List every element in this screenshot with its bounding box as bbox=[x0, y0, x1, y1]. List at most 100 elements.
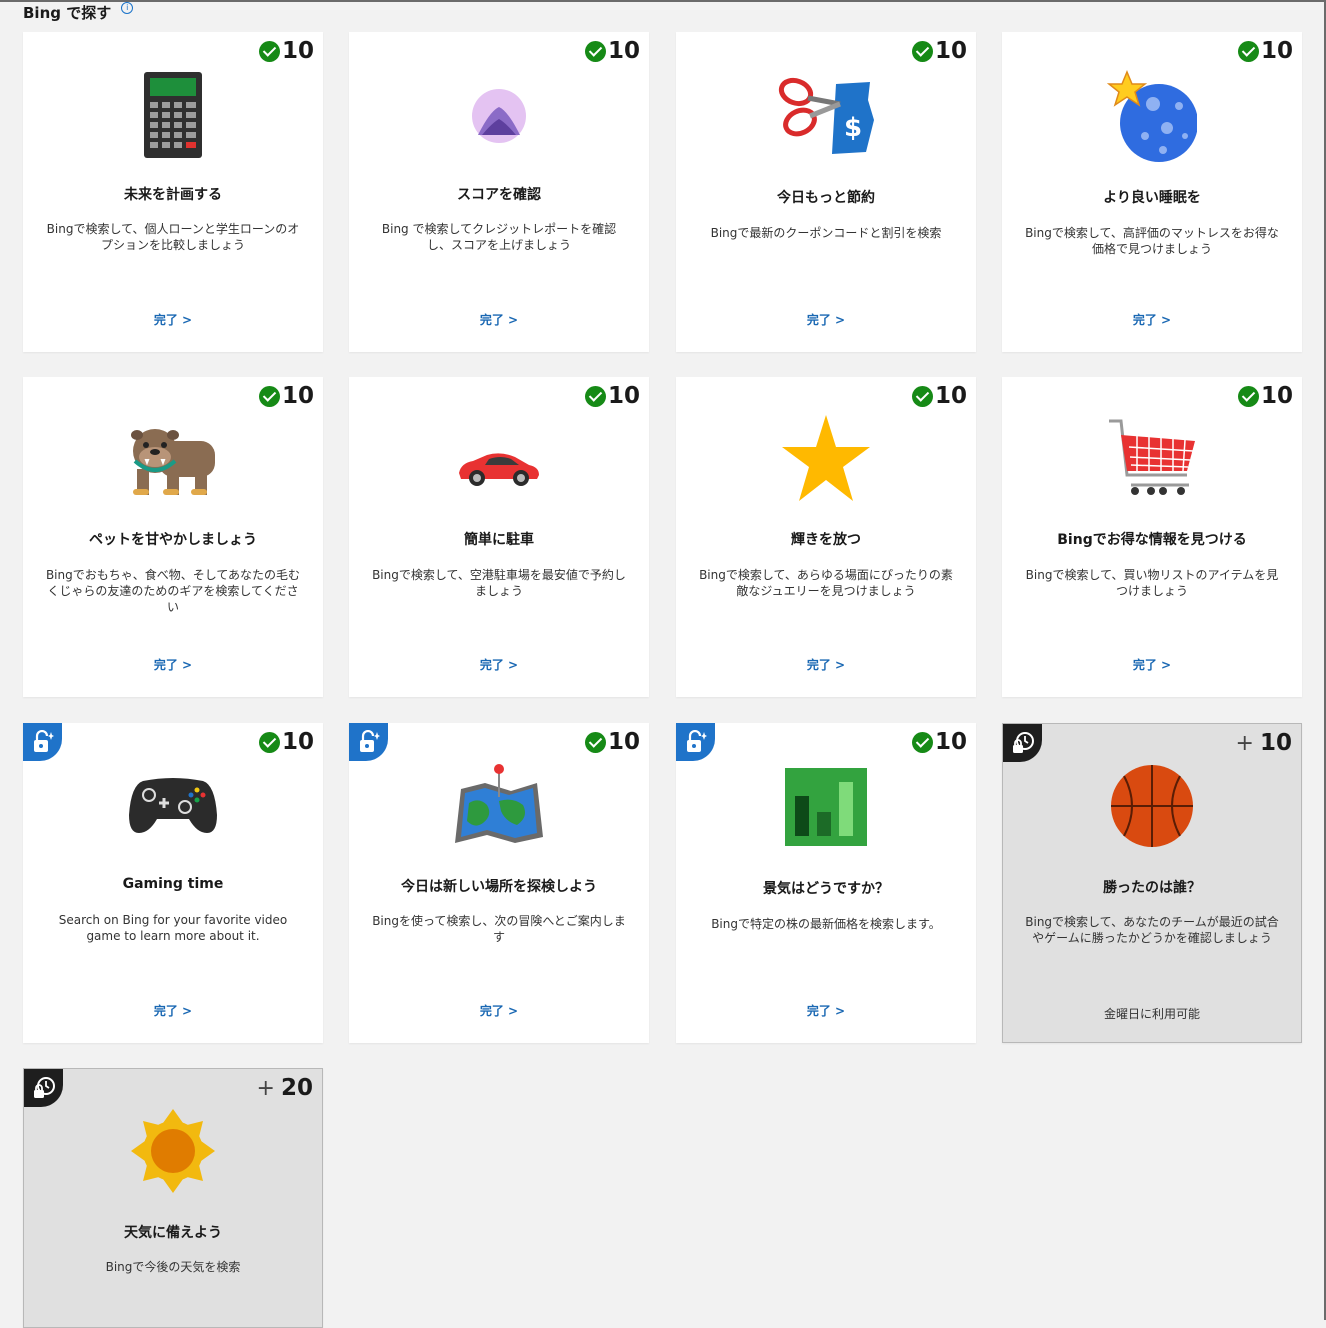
card-description: Bingで検索して、空港駐車場を最安値で予約しましょう bbox=[372, 568, 626, 598]
card-description: Bingで検索して、高評価のマットレスをお得な価格で見つけましょう bbox=[1025, 226, 1279, 256]
card-description: Bingを使って検索し、次の冒険へとご案内します bbox=[372, 914, 626, 944]
complete-link[interactable]: 完了 > bbox=[676, 656, 976, 673]
check-icon bbox=[584, 731, 606, 753]
card-description: Bingで最新のクーポンコードと割引を検索 bbox=[710, 226, 942, 240]
complete-link[interactable]: 完了 > bbox=[1002, 656, 1302, 673]
complete-link[interactable]: 完了 > bbox=[23, 1002, 323, 1019]
points-badge: 10 bbox=[258, 729, 314, 755]
svg-text:$: $ bbox=[844, 113, 862, 143]
unlock-badge bbox=[23, 723, 62, 761]
points-badge: 10 bbox=[584, 383, 640, 409]
unlock-icon bbox=[359, 730, 380, 752]
card-description: Bingで検索して、あなたのチームが最近の試合やゲームに勝ったかどうかを確認しま… bbox=[1025, 915, 1279, 945]
complete-link[interactable]: 完了 > bbox=[349, 1002, 649, 1019]
card-who-won[interactable]: +10 勝ったのは誰？ Bingで検索して、あなたのチームが最近の試合やゲームに… bbox=[1002, 723, 1302, 1043]
basketball-icon bbox=[1111, 765, 1193, 847]
check-icon bbox=[1237, 385, 1259, 407]
game-controller-icon bbox=[129, 778, 217, 833]
points-badge: 10 bbox=[258, 383, 314, 409]
card-title: ペットを甘やかしましょう bbox=[89, 532, 257, 548]
availability-text: 金曜日に利用可能 bbox=[1103, 1007, 1200, 1021]
card-title: 今日もっと節約 bbox=[777, 190, 875, 206]
scissors-coupon-icon: $ bbox=[778, 77, 874, 154]
complete-link[interactable]: 完了 > bbox=[349, 656, 649, 673]
card-shine[interactable]: 10 輝きを放つ Bingで検索して、あらゆる場面にぴったりの素敵なジュエリーを… bbox=[676, 377, 976, 697]
card-description: Bingで検索して、買い物リストのアイテムを見つけましょう bbox=[1025, 568, 1279, 598]
check-icon bbox=[584, 385, 606, 407]
points-badge: 10 bbox=[258, 38, 314, 64]
points-badge: 10 bbox=[911, 383, 967, 409]
check-icon bbox=[584, 40, 606, 62]
locked-timer-badge bbox=[24, 1069, 63, 1107]
card-title: Bingでお得な情報を見つける bbox=[1057, 532, 1247, 548]
lock-clock-icon bbox=[1012, 732, 1034, 753]
unlock-icon bbox=[33, 730, 54, 752]
card-economy[interactable]: 10 景気はどうですか？ Bingで特定の株の最新価格を検索します。 完了 > bbox=[676, 723, 976, 1043]
check-icon bbox=[258, 385, 280, 407]
card-description: Bingで検索して、個人ローンと学生ローンのオプションを比較しましょう bbox=[46, 222, 300, 252]
card-pamper-pet[interactable]: 10 ペットを甘やかしましょう Bingでおもちゃ、食べ物、そしてあなたの毛むく… bbox=[23, 377, 323, 697]
section-title: Bing で探す i bbox=[23, 1, 134, 23]
card-title: 輝きを放つ bbox=[791, 532, 861, 548]
card-better-sleep[interactable]: 10 より良い睡眠を Bingで検索して、高評価のマットレスをお得な価格で見つけ… bbox=[1002, 32, 1302, 352]
card-check-score[interactable]: 10 スコアを確認 Bing で検索してクレジットレポートを確認し、スコアを上げ… bbox=[349, 32, 649, 352]
card-description: Bing で検索してクレジットレポートを確認し、スコアを上げましょう bbox=[381, 222, 617, 252]
card-description: Search on Bing for your favorite video g… bbox=[58, 913, 288, 943]
unlock-icon bbox=[686, 730, 707, 752]
card-title: 景気はどうですか？ bbox=[763, 881, 889, 897]
locked-timer-badge bbox=[1003, 724, 1042, 762]
stock-chart-icon bbox=[785, 768, 867, 846]
check-icon bbox=[258, 40, 280, 62]
card-title: より良い睡眠を bbox=[1103, 190, 1201, 206]
card-gaming-time[interactable]: 10 Gaming time Search on Bing for your f… bbox=[23, 723, 323, 1043]
calculator-icon bbox=[144, 72, 202, 158]
points-badge: +10 bbox=[1235, 730, 1292, 756]
points-badge: +20 bbox=[256, 1075, 313, 1101]
points-badge: 10 bbox=[911, 729, 967, 755]
shopping-cart-icon bbox=[1109, 419, 1195, 495]
points-badge: 10 bbox=[584, 729, 640, 755]
check-icon bbox=[911, 385, 933, 407]
car-icon bbox=[459, 453, 539, 486]
bulldog-icon bbox=[131, 429, 215, 495]
card-description: Bingでおもちゃ、食べ物、そしてあなたの毛むくじゃらの友達のためのギアを検索し… bbox=[45, 568, 301, 614]
card-easy-parking[interactable]: 10 簡単に駐車 Bingで検索して、空港駐車場を最安値で予約しましょう 完了 … bbox=[349, 377, 649, 697]
points-badge: 10 bbox=[1237, 383, 1293, 409]
card-weather[interactable]: +20 天気に備えよう Bingで今後の天気を検索 bbox=[23, 1068, 323, 1328]
card-explore-place[interactable]: 10 今日は新しい場所を探検しよう Bingを使って検索し、次の冒険へとご案内し… bbox=[349, 723, 649, 1043]
card-title: 今日は新しい場所を探検しよう bbox=[401, 879, 597, 895]
star-icon bbox=[782, 415, 870, 501]
complete-link[interactable]: 完了 > bbox=[1002, 311, 1302, 328]
card-title: 簡単に駐車 bbox=[464, 532, 534, 548]
card-title: Gaming time bbox=[122, 876, 224, 892]
map-icon bbox=[455, 764, 543, 843]
card-description: Bingで特定の株の最新価格を検索します。 bbox=[711, 917, 941, 931]
points-badge: 10 bbox=[911, 38, 967, 64]
info-icon[interactable]: i bbox=[121, 1, 134, 14]
unlock-badge bbox=[676, 723, 715, 761]
lock-clock-icon bbox=[33, 1077, 55, 1098]
points-badge: 10 bbox=[584, 38, 640, 64]
complete-link[interactable]: 完了 > bbox=[676, 1002, 976, 1019]
card-save-today[interactable]: 10 $ 今日もっと節約 Bingで最新のクーポンコードと割引を検索 完了 > bbox=[676, 32, 976, 352]
card-plan-future[interactable]: 10 未来を計画する Bingで検索して、個人ローンと学生ローンのオプションを比… bbox=[23, 32, 323, 352]
check-icon bbox=[258, 731, 280, 753]
check-icon bbox=[1237, 40, 1259, 62]
moon-star-icon bbox=[1107, 70, 1197, 162]
top-border bbox=[0, 0, 1326, 2]
card-title: 未来を計画する bbox=[124, 187, 222, 203]
complete-link[interactable]: 完了 > bbox=[23, 656, 323, 673]
check-icon bbox=[911, 40, 933, 62]
check-icon bbox=[911, 731, 933, 753]
card-description: Bingで検索して、あらゆる場面にぴったりの素敵なジュエリーを見つけましょう bbox=[699, 568, 953, 598]
points-badge: 10 bbox=[1237, 38, 1293, 64]
mountain-icon bbox=[472, 89, 526, 143]
card-title: スコアを確認 bbox=[457, 187, 541, 203]
section-title-text: Bing で探す bbox=[23, 4, 112, 22]
card-find-deals[interactable]: 10 Bingでお得な情報を見つける Bingで検索して、買い物リストのアイテム… bbox=[1002, 377, 1302, 697]
unlock-badge bbox=[349, 723, 388, 761]
complete-link[interactable]: 完了 > bbox=[23, 311, 323, 328]
complete-link[interactable]: 完了 > bbox=[349, 311, 649, 328]
card-description: Bingで今後の天気を検索 bbox=[105, 1260, 241, 1274]
complete-link[interactable]: 完了 > bbox=[676, 311, 976, 328]
